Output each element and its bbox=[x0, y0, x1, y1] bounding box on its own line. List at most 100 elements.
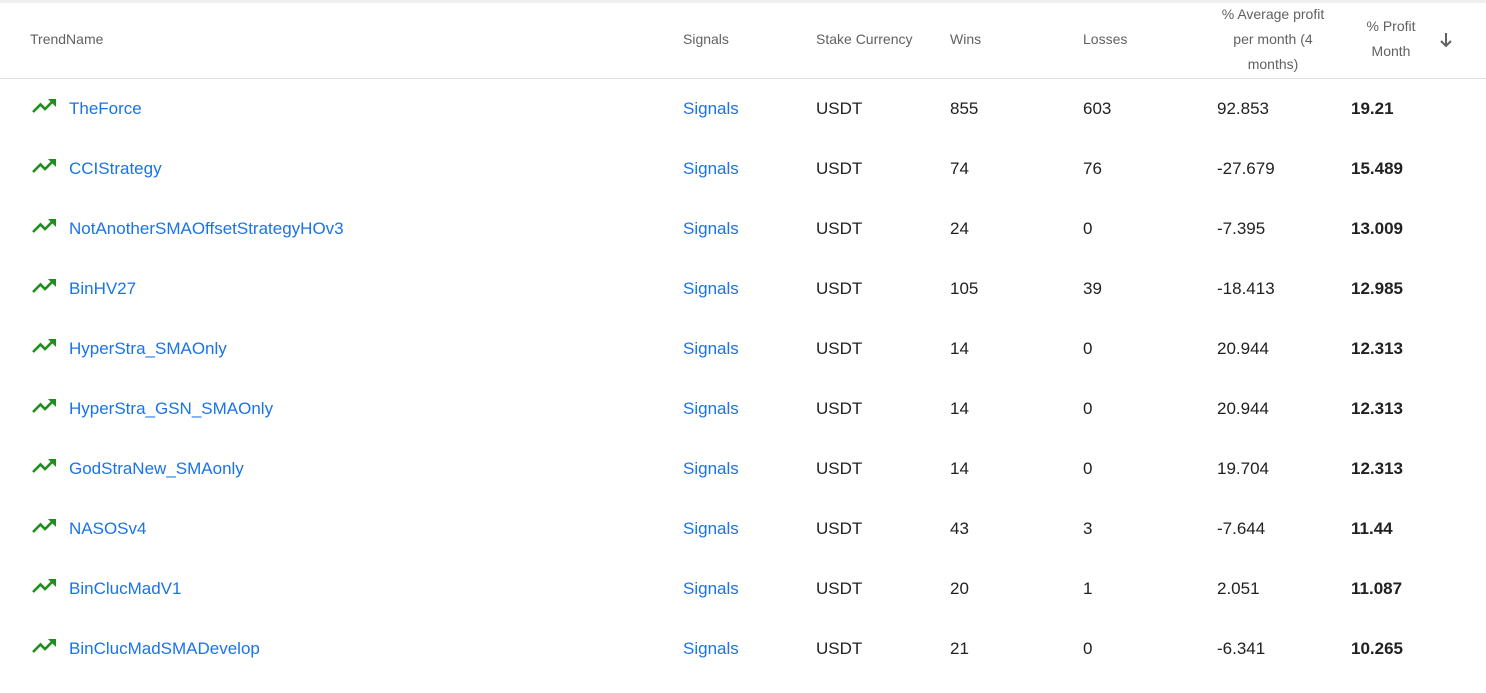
wins-cell: 14 bbox=[950, 399, 969, 418]
table-header: TrendName Signals Stake Currency Wins Lo… bbox=[0, 0, 1486, 79]
trending-up-icon bbox=[32, 459, 56, 473]
strategy-name-link[interactable]: NASOSv4 bbox=[69, 499, 146, 559]
profit-month-cell: 11.087 bbox=[1351, 579, 1403, 598]
stake-currency-cell: USDT bbox=[816, 459, 863, 478]
profit-month-cell: 11.44 bbox=[1351, 519, 1393, 538]
column-header-wins[interactable]: Wins bbox=[950, 0, 981, 78]
profit-month-cell: 13.009 bbox=[1351, 219, 1403, 238]
wins-cell: 24 bbox=[950, 219, 969, 238]
losses-cell: 603 bbox=[1083, 99, 1112, 118]
trending-up-icon bbox=[32, 579, 56, 593]
column-header-profit-month[interactable]: % Profit Month bbox=[1350, 0, 1432, 78]
wins-cell: 43 bbox=[950, 519, 969, 538]
wins-cell: 855 bbox=[950, 99, 979, 118]
stake-currency-cell: USDT bbox=[816, 339, 863, 358]
table-row: BinHV27 Signals USDT 105 39 -18.413 12.9… bbox=[0, 259, 1486, 319]
wins-cell: 105 bbox=[950, 279, 979, 298]
table-row: NASOSv4 Signals USDT 43 3 -7.644 11.44 bbox=[0, 499, 1486, 559]
profit-month-cell: 19.21 bbox=[1351, 99, 1394, 118]
strategy-name-link[interactable]: NotAnotherSMAOffsetStrategyHOv3 bbox=[69, 199, 344, 259]
profit-month-cell: 12.313 bbox=[1351, 399, 1403, 418]
signals-link[interactable]: Signals bbox=[683, 439, 739, 499]
losses-cell: 0 bbox=[1083, 339, 1093, 358]
losses-cell: 3 bbox=[1083, 519, 1093, 538]
profit-month-cell: 12.313 bbox=[1351, 459, 1403, 478]
avg-profit-cell: -7.395 bbox=[1217, 219, 1266, 238]
signals-link[interactable]: Signals bbox=[683, 499, 739, 559]
column-header-avg-profit[interactable]: % Average profit per month (4 months) bbox=[1208, 0, 1338, 78]
trending-up-icon bbox=[32, 519, 56, 533]
profit-month-cell: 15.489 bbox=[1351, 159, 1403, 178]
profit-month-cell: 10.265 bbox=[1351, 639, 1403, 658]
trending-up-icon bbox=[32, 399, 56, 413]
strategy-name-link[interactable]: HyperStra_GSN_SMAOnly bbox=[69, 379, 273, 439]
stake-currency-cell: USDT bbox=[816, 279, 863, 298]
strategy-name-link[interactable]: CCIStrategy bbox=[69, 139, 162, 199]
wins-cell: 14 bbox=[950, 339, 969, 358]
stake-currency-cell: USDT bbox=[816, 639, 863, 658]
wins-cell: 74 bbox=[950, 159, 969, 178]
signals-link[interactable]: Signals bbox=[683, 559, 739, 619]
signals-link[interactable]: Signals bbox=[683, 199, 739, 259]
losses-cell: 0 bbox=[1083, 399, 1093, 418]
losses-cell: 0 bbox=[1083, 459, 1093, 478]
strategy-name-link[interactable]: GodStraNew_SMAonly bbox=[69, 439, 244, 499]
losses-cell: 1 bbox=[1083, 579, 1093, 598]
strategy-name-link[interactable]: BinClucMadV1 bbox=[69, 559, 181, 619]
strategy-name-link[interactable]: TheForce bbox=[69, 79, 142, 139]
table-row: CCIStrategy Signals USDT 74 76 -27.679 1… bbox=[0, 139, 1486, 199]
signals-link[interactable]: Signals bbox=[683, 379, 739, 439]
column-header-profit-month-line2: Month bbox=[1371, 43, 1411, 59]
stake-currency-cell: USDT bbox=[816, 159, 863, 178]
trending-up-icon bbox=[32, 639, 56, 653]
signals-link[interactable]: Signals bbox=[683, 319, 739, 379]
stake-currency-cell: USDT bbox=[816, 519, 863, 538]
avg-profit-cell: 20.944 bbox=[1217, 339, 1269, 358]
table-row: GodStraNew_SMAonly Signals USDT 14 0 19.… bbox=[0, 439, 1486, 499]
wins-cell: 14 bbox=[950, 459, 969, 478]
table-row: HyperStra_SMAOnly Signals USDT 14 0 20.9… bbox=[0, 319, 1486, 379]
trending-up-icon bbox=[32, 99, 56, 113]
profit-month-cell: 12.985 bbox=[1351, 279, 1403, 298]
trending-up-icon bbox=[32, 279, 56, 293]
signals-link[interactable]: Signals bbox=[683, 79, 739, 139]
table-body: TheForce Signals USDT 855 603 92.853 19.… bbox=[0, 79, 1486, 679]
column-header-avg-profit-line3: months) bbox=[1247, 55, 1299, 72]
column-header-trend-name[interactable]: TrendName bbox=[30, 0, 103, 78]
stake-currency-cell: USDT bbox=[816, 399, 863, 418]
arrow-down-icon[interactable] bbox=[1438, 31, 1454, 49]
signals-link[interactable]: Signals bbox=[683, 259, 739, 319]
strategy-name-link[interactable]: BinClucMadSMADevelop bbox=[69, 619, 260, 679]
signals-link[interactable]: Signals bbox=[683, 619, 739, 679]
avg-profit-cell: -7.644 bbox=[1217, 519, 1266, 538]
table-row: BinClucMadSMADevelop Signals USDT 21 0 -… bbox=[0, 619, 1486, 679]
avg-profit-cell: -6.341 bbox=[1217, 639, 1266, 658]
column-header-avg-profit-line1: % Average profit bbox=[1221, 5, 1325, 22]
column-header-signals[interactable]: Signals bbox=[683, 0, 729, 78]
trending-up-icon bbox=[32, 219, 56, 233]
strategy-name-link[interactable]: HyperStra_SMAOnly bbox=[69, 319, 227, 379]
wins-cell: 20 bbox=[950, 579, 969, 598]
table-row: TheForce Signals USDT 855 603 92.853 19.… bbox=[0, 79, 1486, 139]
profit-month-cell: 12.313 bbox=[1351, 339, 1403, 358]
stake-currency-cell: USDT bbox=[816, 219, 863, 238]
losses-cell: 39 bbox=[1083, 279, 1102, 298]
table-row: NotAnotherSMAOffsetStrategyHOv3 Signals … bbox=[0, 199, 1486, 259]
strategies-table: TrendName Signals Stake Currency Wins Lo… bbox=[0, 0, 1486, 679]
column-header-avg-profit-line2: per month (4 bbox=[1233, 30, 1313, 47]
avg-profit-cell: 20.944 bbox=[1217, 399, 1269, 418]
strategy-name-link[interactable]: BinHV27 bbox=[69, 259, 136, 319]
avg-profit-cell: -27.679 bbox=[1217, 159, 1275, 178]
wins-cell: 21 bbox=[950, 639, 969, 658]
column-header-losses[interactable]: Losses bbox=[1083, 0, 1127, 78]
avg-profit-cell: 2.051 bbox=[1217, 579, 1260, 598]
signals-link[interactable]: Signals bbox=[683, 139, 739, 199]
losses-cell: 76 bbox=[1083, 159, 1102, 178]
avg-profit-cell: -18.413 bbox=[1217, 279, 1275, 298]
trending-up-icon bbox=[32, 159, 56, 173]
avg-profit-cell: 92.853 bbox=[1217, 99, 1269, 118]
column-header-stake-currency[interactable]: Stake Currency bbox=[816, 0, 912, 78]
trending-up-icon bbox=[32, 339, 56, 353]
avg-profit-cell: 19.704 bbox=[1217, 459, 1269, 478]
stake-currency-cell: USDT bbox=[816, 99, 863, 118]
